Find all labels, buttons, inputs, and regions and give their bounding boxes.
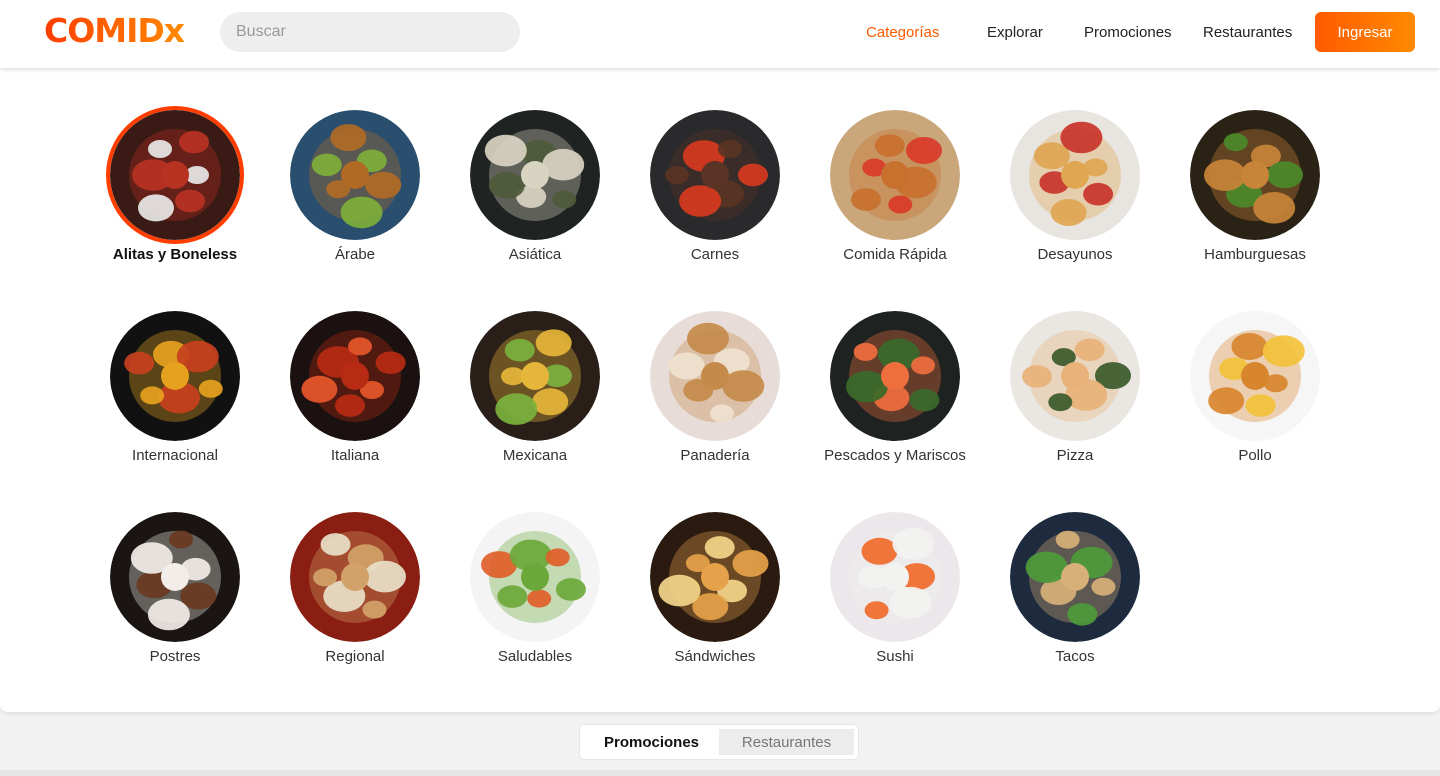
category-label: Panadería (680, 447, 750, 464)
category-label: Alitas y Boneless (112, 246, 238, 263)
category-image (830, 512, 960, 642)
category-label: Asiática (508, 246, 562, 263)
category-saludables[interactable]: Saludables (445, 512, 625, 665)
category-image (470, 311, 600, 441)
category-alitas-y-boneless[interactable]: Alitas y Boneless (85, 110, 265, 263)
category-tacos[interactable]: Tacos (985, 512, 1165, 665)
category-image (1010, 311, 1140, 441)
nav-restaurantes[interactable]: Restaurantes (1203, 0, 1292, 64)
categories-grid: Alitas y Boneless Árabe Asiática Carnes … (85, 110, 1345, 665)
category-image (470, 110, 600, 240)
category-label: Pollo (1238, 447, 1272, 464)
comidx-logo[interactable]: COMIDx (44, 10, 185, 50)
category-image (1010, 512, 1140, 642)
category-label: Carnes (690, 246, 740, 263)
bottom-tabs: Promociones Restaurantes (580, 725, 858, 759)
nav-promociones[interactable]: Promociones (1084, 0, 1172, 64)
category-image (110, 512, 240, 642)
category-sushi[interactable]: Sushi (805, 512, 985, 665)
category-label: Mexicana (502, 447, 568, 464)
category-label: Pizza (1056, 447, 1094, 464)
category-image (470, 512, 600, 642)
category-image (650, 512, 780, 642)
category-postres[interactable]: Postres (85, 512, 265, 665)
category-image (650, 110, 780, 240)
category-comida-rapida[interactable]: Comida Rápida (805, 110, 985, 263)
nav-categorias[interactable]: Categorías (866, 0, 939, 64)
category-image (1190, 110, 1320, 240)
categories-panel: Alitas y Boneless Árabe Asiática Carnes … (0, 68, 1440, 712)
tab-promociones[interactable]: Promociones (584, 729, 719, 755)
search-input[interactable] (220, 12, 520, 52)
category-label: Pescados y Mariscos (824, 447, 966, 464)
category-label: Saludables (497, 648, 573, 665)
category-panaderia[interactable]: Panadería (625, 311, 805, 464)
category-image (1190, 311, 1320, 441)
category-asiatica[interactable]: Asiática (445, 110, 625, 263)
category-carnes[interactable]: Carnes (625, 110, 805, 263)
category-label: Sándwiches (674, 648, 756, 665)
category-image (830, 110, 960, 240)
category-label: Desayunos (1037, 246, 1113, 263)
category-pollo[interactable]: Pollo (1165, 311, 1345, 464)
category-image (110, 311, 240, 441)
category-label: Internacional (132, 447, 218, 464)
category-pescados-y-mariscos[interactable]: Pescados y Mariscos (805, 311, 985, 464)
nav-explorar[interactable]: Explorar (987, 0, 1043, 64)
category-mexicana[interactable]: Mexicana (445, 311, 625, 464)
category-image (290, 110, 420, 240)
category-regional[interactable]: Regional (265, 512, 445, 665)
category-italiana[interactable]: Italiana (265, 311, 445, 464)
category-image (1010, 110, 1140, 240)
logo-text: COMIDx (44, 10, 185, 50)
category-image (650, 311, 780, 441)
category-label: Postres (149, 648, 201, 665)
category-image (830, 311, 960, 441)
login-button[interactable]: Ingresar (1315, 12, 1415, 52)
category-pizza[interactable]: Pizza (985, 311, 1165, 464)
category-internacional[interactable]: Internacional (85, 311, 265, 464)
category-label: Regional (325, 648, 385, 665)
category-image (290, 311, 420, 441)
category-image (110, 110, 240, 240)
category-image (290, 512, 420, 642)
category-desayunos[interactable]: Desayunos (985, 110, 1165, 263)
category-arabe[interactable]: Árabe (265, 110, 445, 263)
category-label: Tacos (1055, 648, 1095, 665)
tab-restaurantes[interactable]: Restaurantes (719, 729, 854, 755)
category-label: Árabe (334, 246, 376, 263)
page-bottom-edge (0, 770, 1440, 776)
category-label: Sushi (876, 648, 914, 665)
category-hamburguesas[interactable]: Hamburguesas (1165, 110, 1345, 263)
category-label: Comida Rápida (843, 246, 947, 263)
category-label: Italiana (330, 447, 380, 464)
category-label: Hamburguesas (1204, 246, 1306, 263)
top-header: COMIDx Categorías Explorar Promociones R… (0, 0, 1440, 68)
category-sandwiches[interactable]: Sándwiches (625, 512, 805, 665)
